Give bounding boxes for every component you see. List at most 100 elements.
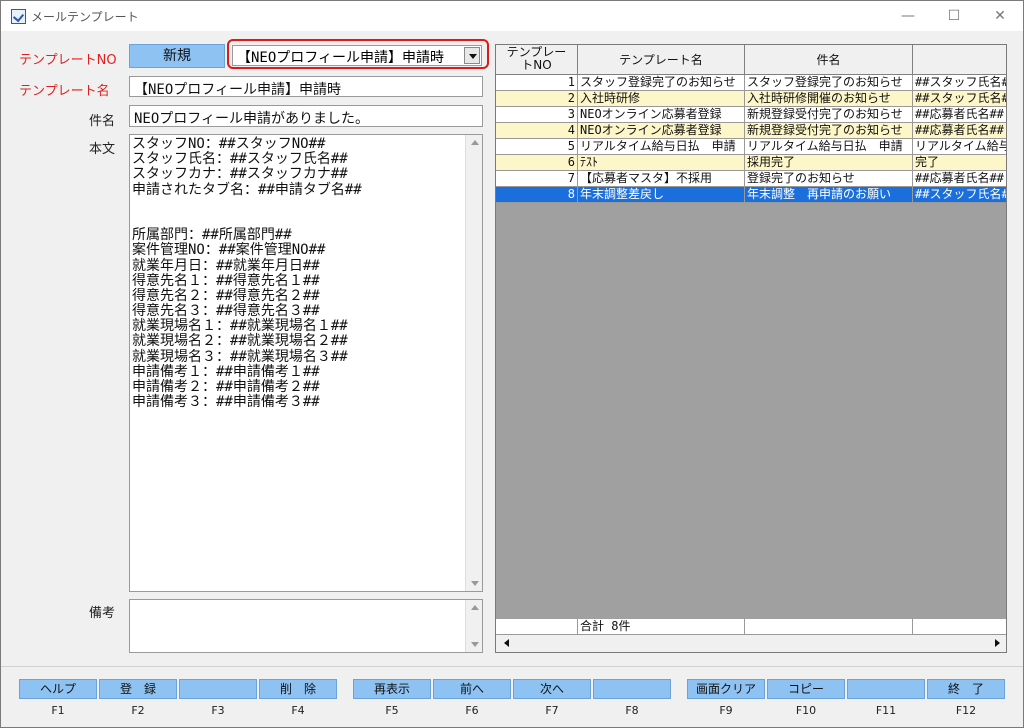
cell-name: NEOオンライン応募者登録	[578, 123, 745, 139]
fkey-f1-button[interactable]: ヘルプ	[19, 679, 97, 699]
fkey-f2-button[interactable]: 登 録	[99, 679, 177, 699]
cell-name: スタッフ登録完了のお知らせ	[578, 75, 745, 91]
cell-no: 2	[496, 91, 578, 107]
app-icon	[11, 9, 26, 24]
body-line: 得意先名３：##得意先名３##	[132, 303, 320, 320]
body-line: 得意先名１：##得意先名１##	[132, 272, 320, 289]
cell-name: 【応募者マスタ】不採用	[578, 171, 745, 187]
grid-footer: 合計 8件	[496, 619, 1006, 635]
column-header-name[interactable]: テンプレート名	[578, 45, 745, 75]
fkey-f8-button[interactable]	[593, 679, 671, 699]
table-row[interactable]: 8 年末調整差戻し 年末調整 再申請のお願い ##スタッフ氏名##	[496, 187, 1006, 203]
body-textarea[interactable]: スタッフNO：##スタッフNO## スタッフ氏名：##スタッフ氏名## スタッフカナ…	[129, 134, 483, 592]
column-header-body[interactable]	[913, 45, 1006, 75]
cell-no: 3	[496, 107, 578, 123]
body-line: 就業現場名２：##就業現場名２##	[132, 333, 348, 350]
grid-hscrollbar[interactable]	[496, 635, 1006, 652]
table-row[interactable]: 1 スタッフ登録完了のお知らせ スタッフ登録完了のお知らせ ##スタッフ氏名##	[496, 75, 1006, 91]
fkey-f3-label: F3	[211, 704, 225, 717]
body-line	[132, 213, 362, 228]
cell-subject: 入社時研修開催のお知らせ	[745, 91, 913, 107]
fkey-f8-label: F8	[625, 704, 639, 717]
table-row[interactable]: 7 【応募者マスタ】不採用 登録完了のお知らせ ##応募者氏名##	[496, 171, 1006, 187]
body-line: 就業現場名１：##就業現場名１##	[132, 318, 348, 335]
fkey-f4-button[interactable]: 削 除	[259, 679, 337, 699]
close-button[interactable]: ✕	[977, 1, 1023, 31]
scroll-down-icon[interactable]	[471, 581, 479, 586]
template-no-label: テンプレートNO	[19, 53, 117, 68]
maximize-button[interactable]: ☐	[931, 1, 977, 31]
main-window: メールテンプレート — ☐ ✕ テンプレートNO 新規 【NEOプロフィール申請…	[0, 0, 1024, 728]
table-row[interactable]: 3 NEOオンライン応募者登録 新規登録受付完了のお知らせ ##応募者氏名##	[496, 107, 1006, 123]
fkey-f5-button[interactable]: 再表示	[353, 679, 431, 699]
template-name-input[interactable]: 【NEOプロフィール申請】申請時	[129, 76, 483, 97]
fkey-f3-button[interactable]	[179, 679, 257, 699]
cell-subject: 年末調整 再申請のお願い	[745, 187, 913, 203]
cell-body: ##応募者氏名##	[913, 107, 1006, 123]
subject-input[interactable]: NEOプロフィール申請がありました。	[129, 105, 483, 127]
fkey-f11-button[interactable]	[847, 679, 925, 699]
template-grid[interactable]: テンプレー トNO テンプレート名 件名 1 スタッフ登録完了のお知らせ スタッフ登…	[495, 44, 1007, 653]
fkey-f2-label: F2	[131, 704, 145, 717]
scroll-left-icon[interactable]	[504, 639, 509, 647]
column-header-no-line2: トNO	[521, 58, 552, 72]
body-line: 得意先名２：##得意先名２##	[132, 287, 320, 304]
scroll-right-icon[interactable]	[995, 639, 1000, 647]
fkey-f10-button[interactable]: コピー	[767, 679, 845, 699]
minimize-button[interactable]: —	[885, 1, 931, 31]
note-textarea[interactable]	[129, 599, 483, 653]
subject-label: 件名	[89, 114, 116, 129]
footer-cell	[913, 619, 1006, 635]
table-row[interactable]: 5 リアルタイム給与日払 申請 リアルタイム給与日払 申請 リアルタイム給与	[496, 139, 1006, 155]
table-row[interactable]: 6 ﾃｽﾄ 採用完了 完了	[496, 155, 1006, 171]
scroll-down-icon[interactable]	[471, 642, 479, 647]
body-line: スタッフ氏名：##スタッフ氏名##	[132, 151, 348, 168]
cell-name: リアルタイム給与日払 申請	[578, 139, 745, 155]
fkey-f5-label: F5	[385, 704, 399, 717]
footer-cell	[496, 619, 578, 635]
cell-no: 7	[496, 171, 578, 187]
cell-body: ##スタッフ氏名##	[913, 75, 1006, 91]
annotation-highlight	[227, 39, 489, 69]
new-button[interactable]: 新規	[129, 44, 225, 68]
column-header-subject[interactable]: 件名	[745, 45, 913, 75]
total-count: 合計 8件	[578, 619, 745, 635]
cell-subject: スタッフ登録完了のお知らせ	[745, 75, 913, 91]
fkey-f4-label: F4	[291, 704, 305, 717]
column-header-no[interactable]: テンプレー トNO	[496, 45, 578, 75]
body-line: 就業現場名３：##就業現場名３##	[132, 348, 348, 365]
fkey-f12-button[interactable]: 終 了	[927, 679, 1005, 699]
fkey-f1-label: F1	[51, 704, 65, 717]
cell-body: 完了	[913, 155, 1006, 171]
body-line: 申請備考３：##申請備考３##	[132, 394, 320, 411]
cell-name: NEOオンライン応募者登録	[578, 107, 745, 123]
scroll-up-icon[interactable]	[471, 140, 479, 145]
fkey-f9-button[interactable]: 画面クリア	[687, 679, 765, 699]
table-row[interactable]: 2 入社時研修 入社時研修開催のお知らせ ##スタッフ氏名##	[496, 91, 1006, 107]
fkey-f9-label: F9	[719, 704, 733, 717]
fkey-f10-label: F10	[795, 704, 817, 717]
body-line: 申請されたタブ名：##申請タブ名##	[132, 181, 362, 198]
scroll-up-icon[interactable]	[471, 605, 479, 610]
body-line: 申請備考１：##申請備考１##	[132, 363, 320, 380]
body-label: 本文	[89, 142, 116, 157]
cell-name: ﾃｽﾄ	[578, 155, 745, 171]
fkey-f11-label: F11	[875, 704, 897, 717]
cell-subject: 新規登録受付完了のお知らせ	[745, 107, 913, 123]
fkey-f12-label: F12	[955, 704, 977, 717]
body-scrollbar[interactable]	[465, 135, 482, 591]
fkey-f7-label: F7	[545, 704, 559, 717]
body-line: 案件管理NO：##案件管理NO##	[132, 242, 326, 259]
table-row[interactable]: 4 NEOオンライン応募者登録 新規登録受付完了のお知らせ ##応募者氏名##	[496, 123, 1006, 139]
body-line	[132, 198, 362, 213]
cell-no: 5	[496, 139, 578, 155]
cell-body: ##スタッフ氏名##	[913, 91, 1006, 107]
cell-body: ##応募者氏名##	[913, 171, 1006, 187]
fkey-f6-button[interactable]: 前へ	[433, 679, 511, 699]
cell-no: 1	[496, 75, 578, 91]
function-key-bar: ヘルプ F1 登 録 F2 F3 削 除 F4 再表示 F5 前へ F6 次へ F7 F8 画面クリア F9 コ…	[1, 666, 1023, 727]
body-line: 申請備考２：##申請備考２##	[132, 379, 320, 395]
note-scrollbar[interactable]	[465, 600, 482, 652]
cell-no: 4	[496, 123, 578, 139]
fkey-f7-button[interactable]: 次へ	[513, 679, 591, 699]
